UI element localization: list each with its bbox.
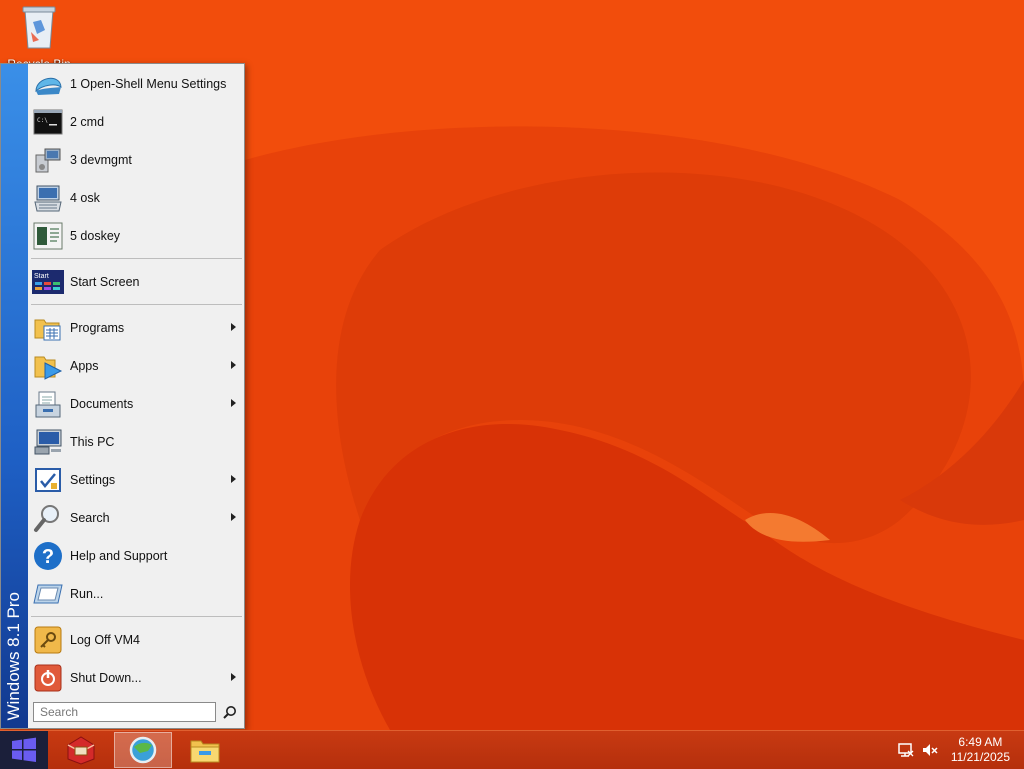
taskbar-app-file-explorer[interactable] xyxy=(176,732,234,768)
recycle-bin-icon xyxy=(22,6,56,49)
programs-folder-icon xyxy=(32,312,64,344)
taskbar: 6:49 AM 11/21/2025 xyxy=(0,730,1024,769)
svg-text:?: ? xyxy=(42,546,54,568)
computer-icon xyxy=(32,426,64,458)
menu-item-label: Settings xyxy=(70,473,116,487)
folder-icon xyxy=(190,740,220,763)
svg-text:Start: Start xyxy=(34,273,49,280)
submenu-arrow-icon xyxy=(231,399,236,407)
device-manager-icon xyxy=(32,144,64,176)
settings-icon xyxy=(32,464,64,496)
submenu-arrow-icon xyxy=(231,673,236,681)
system-clock[interactable]: 6:49 AM 11/21/2025 xyxy=(951,735,1010,765)
submenu-arrow-icon xyxy=(231,475,236,483)
taskbar-app-open-shell[interactable] xyxy=(114,732,172,768)
menu-item-osk[interactable]: 4 osk xyxy=(29,179,244,217)
clock-time: 6:49 AM xyxy=(958,735,1003,749)
menu-item-programs[interactable]: Programs xyxy=(29,309,244,347)
menu-item-label: Programs xyxy=(70,321,125,335)
menu-item-label: 1 Open-Shell Menu Settings xyxy=(70,77,227,91)
on-screen-keyboard-icon xyxy=(32,182,64,214)
menu-item-label: 3 devmgmt xyxy=(70,153,132,167)
menu-item-devmgmt[interactable]: 3 devmgmt xyxy=(29,141,244,179)
search-icon[interactable] xyxy=(220,702,240,722)
menu-item-apps[interactable]: Apps xyxy=(29,347,244,385)
menu-item-start-screen[interactable]: Start Start Screen xyxy=(29,263,244,301)
submenu-arrow-icon xyxy=(231,513,236,521)
network-icon[interactable] xyxy=(897,741,915,759)
menu-item-label: Search xyxy=(70,511,110,525)
search-magnifier-icon xyxy=(32,502,64,534)
recycle-bin-desktop-icon[interactable]: Recycle Bin xyxy=(6,4,72,71)
start-menu-banner: Windows 8.1 Pro xyxy=(1,64,28,728)
menu-item-label: 5 doskey xyxy=(70,229,121,243)
menu-separator xyxy=(31,258,242,259)
start-menu-search xyxy=(33,701,241,723)
start-button[interactable] xyxy=(0,731,48,769)
banner-text: Windows 8.1 Pro xyxy=(4,591,23,721)
doskey-icon xyxy=(32,220,64,252)
volume-muted-icon[interactable] xyxy=(921,741,939,759)
start-screen-icon: Start xyxy=(32,266,64,298)
menu-item-cmd[interactable]: C:\ 2 cmd xyxy=(29,103,244,141)
menu-item-label: 2 cmd xyxy=(70,115,105,129)
menu-item-label: Documents xyxy=(70,397,134,411)
windows-logo-icon xyxy=(12,737,36,762)
taskbar-app-winrar[interactable] xyxy=(52,732,110,768)
open-shell-icon xyxy=(32,68,64,100)
start-search-input[interactable] xyxy=(33,702,216,722)
documents-icon xyxy=(32,388,64,420)
menu-item-label: This PC xyxy=(70,435,115,449)
clock-date: 11/21/2025 xyxy=(950,750,1010,764)
help-icon: ? xyxy=(32,540,64,572)
menu-item-label: 4 osk xyxy=(70,191,100,205)
menu-item-label: Apps xyxy=(70,359,99,373)
apps-folder-icon xyxy=(32,350,64,382)
menu-item-shut-down[interactable]: Shut Down... xyxy=(29,659,244,697)
log-off-key-icon xyxy=(32,624,64,656)
submenu-arrow-icon xyxy=(231,323,236,331)
menu-separator xyxy=(31,304,242,305)
svg-text:C:\: C:\ xyxy=(37,117,48,124)
globe-app-icon xyxy=(129,736,157,764)
start-menu: Windows 8.1 Pro 1 Open-Shell Menu Settin… xyxy=(0,63,245,729)
menu-item-label: Shut Down... xyxy=(70,671,142,685)
menu-item-documents[interactable]: Documents xyxy=(29,385,244,423)
menu-item-open-shell-settings[interactable]: 1 Open-Shell Menu Settings xyxy=(29,65,244,103)
submenu-arrow-icon xyxy=(231,361,236,369)
menu-separator xyxy=(31,616,242,617)
menu-item-label: Help and Support xyxy=(70,549,168,563)
power-icon xyxy=(32,662,64,694)
archive-app-icon xyxy=(67,736,95,765)
menu-item-label: Log Off VM4 xyxy=(70,633,140,647)
menu-item-run[interactable]: Run... xyxy=(29,575,244,613)
menu-item-search[interactable]: Search xyxy=(29,499,244,537)
menu-item-log-off[interactable]: Log Off VM4 xyxy=(29,621,244,659)
menu-item-label: Start Screen xyxy=(70,275,140,289)
run-icon xyxy=(32,578,64,610)
command-prompt-icon: C:\ xyxy=(32,106,64,138)
menu-item-this-pc[interactable]: This PC xyxy=(29,423,244,461)
menu-item-help-and-support[interactable]: ? Help and Support xyxy=(29,537,244,575)
start-menu-items: 1 Open-Shell Menu Settings C:\ 2 cmd 3 d… xyxy=(29,64,244,697)
menu-item-settings[interactable]: Settings xyxy=(29,461,244,499)
menu-item-label: Run... xyxy=(70,587,104,601)
menu-item-doskey[interactable]: 5 doskey xyxy=(29,217,244,255)
